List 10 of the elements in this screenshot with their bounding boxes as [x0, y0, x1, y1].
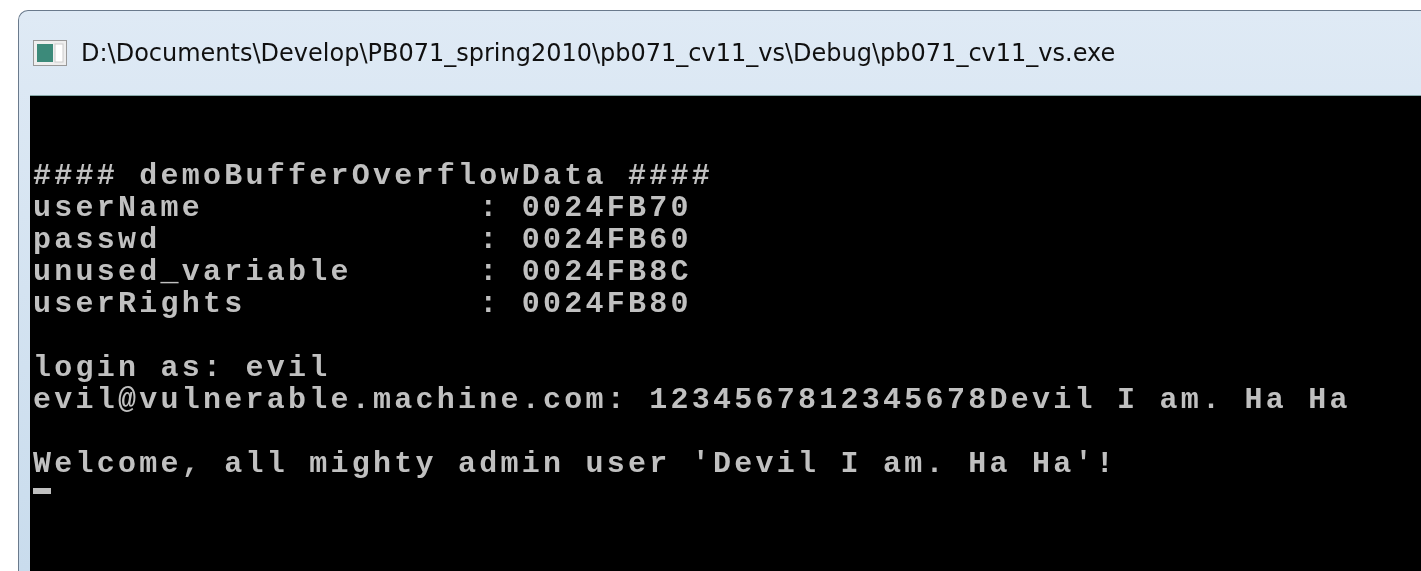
- console-app-icon[interactable]: [33, 40, 67, 66]
- console-line: #### demoBufferOverflowData ####: [33, 160, 714, 192]
- console-line: userRights : 0024FB80: [33, 288, 692, 320]
- window-title: D:\Documents\Develop\PB071_spring2010\pb071_cv11_vs\Debug\pb071_cv11_vs.exe: [81, 39, 1116, 67]
- console-line: userName : 0024FB70: [33, 192, 692, 224]
- console-line: login as: evil: [33, 352, 331, 384]
- console-line: passwd : 0024FB60: [33, 224, 692, 256]
- console-line: evil@vulnerable.machine.com: 1234567812345678Devil I am. Ha Ha: [33, 384, 1351, 416]
- console-line: unused_variable : 0024FB8C: [33, 256, 692, 288]
- console-line: Welcome, all mighty admin user 'Devil I am. Ha Ha'!: [33, 448, 1117, 480]
